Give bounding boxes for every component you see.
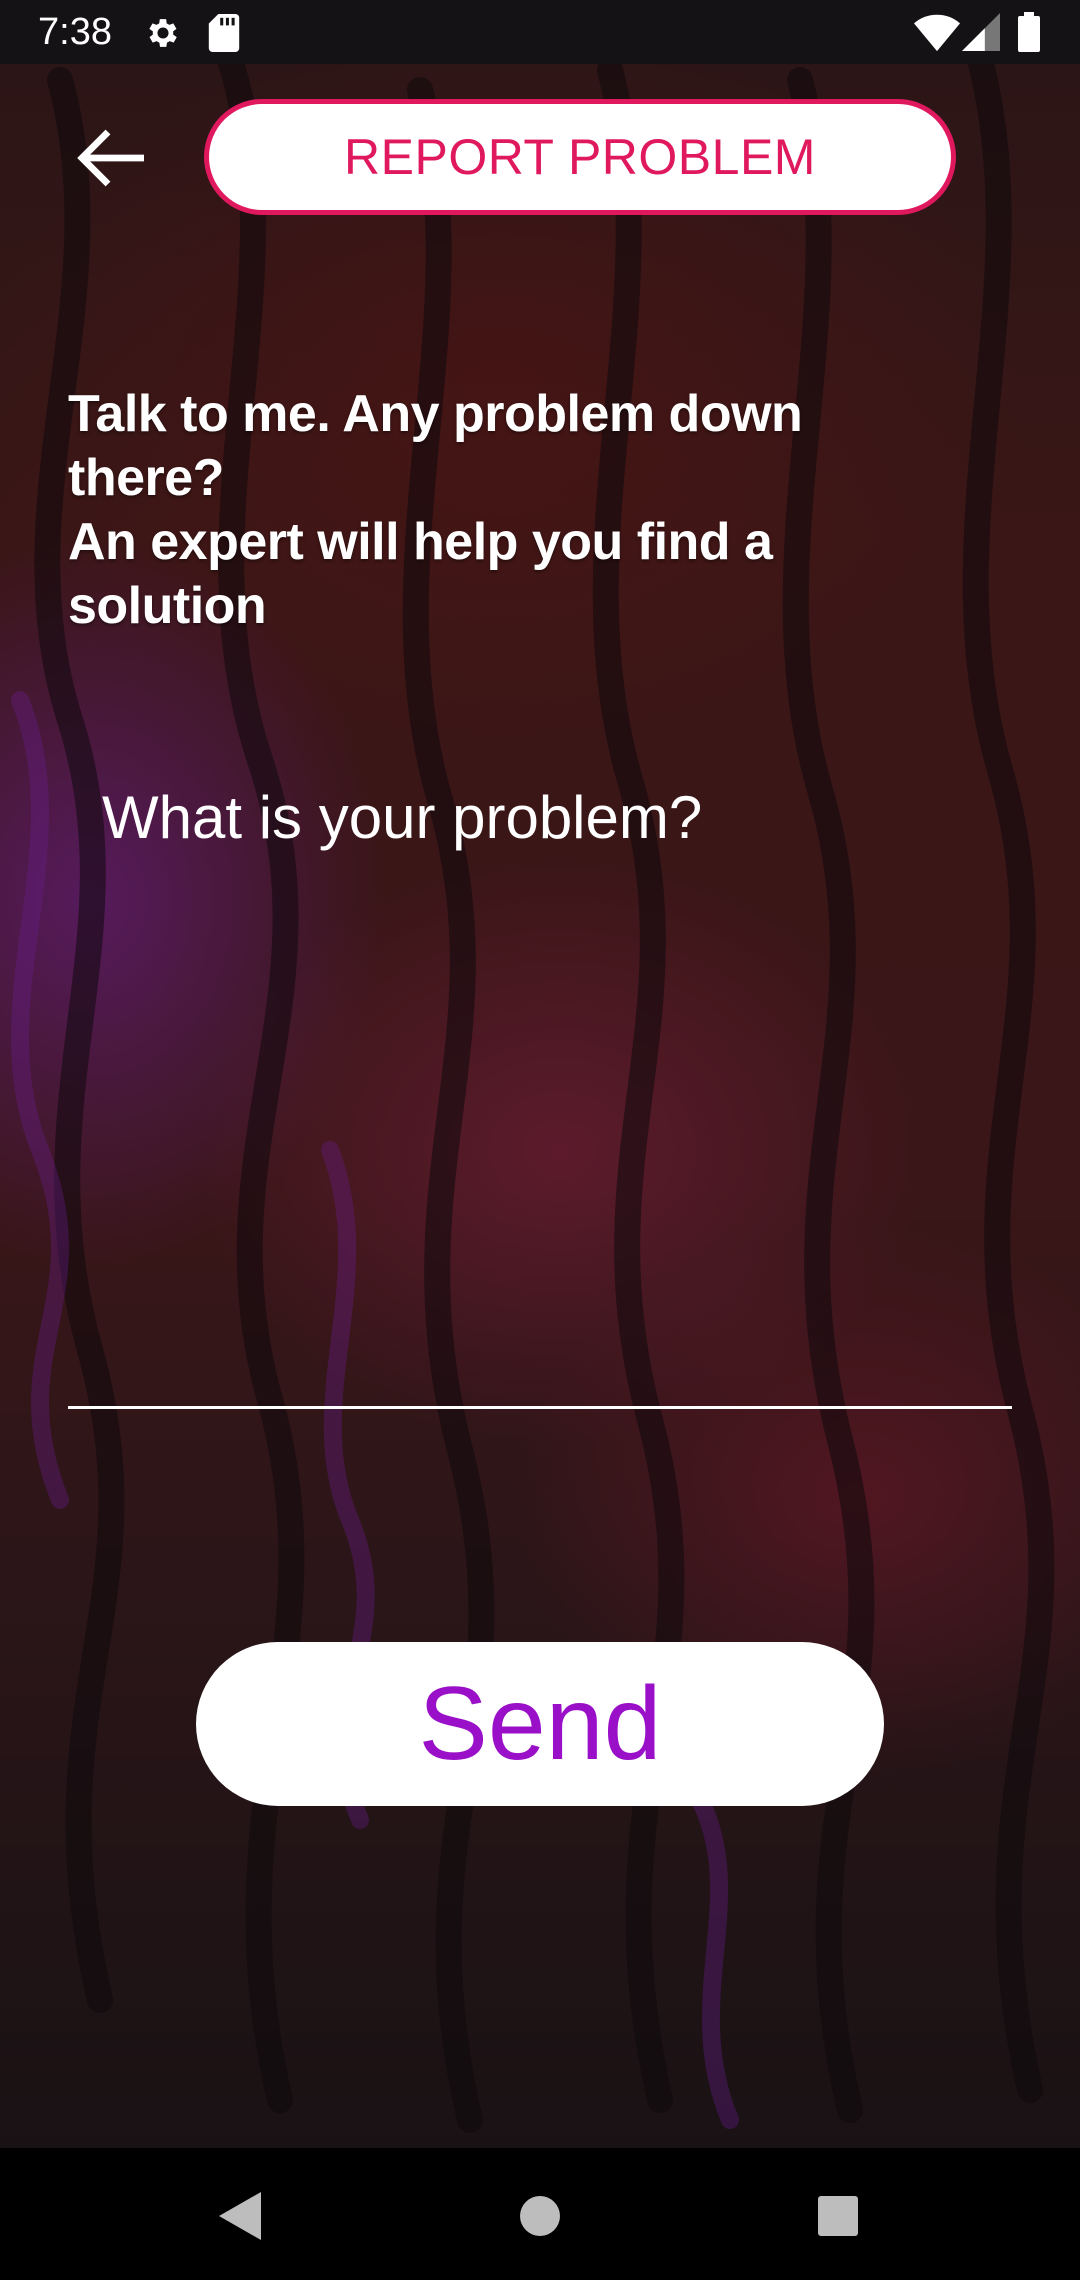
intro-line: there? xyxy=(68,449,224,507)
back-button[interactable] xyxy=(62,108,162,208)
square-recents-icon xyxy=(818,2196,858,2236)
input-underline xyxy=(68,1406,1012,1409)
triangle-back-icon xyxy=(219,2192,261,2240)
report-problem-screen: 7:38 REPORT PROBLEM Talk to me. Any prob… xyxy=(0,0,1080,2280)
nav-back-button[interactable] xyxy=(198,2174,282,2258)
intro-text: Talk to me. Any problem down there? An e… xyxy=(68,382,928,638)
status-bar: 7:38 xyxy=(0,0,1080,64)
battery-icon xyxy=(1018,12,1040,57)
sd-card-icon xyxy=(208,14,240,57)
navigation-bar xyxy=(0,2148,1080,2280)
arrow-left-icon xyxy=(77,129,144,187)
status-time: 7:38 xyxy=(38,11,112,53)
intro-line: Talk to me. Any problem down xyxy=(68,385,803,443)
intro-line: An expert will help you find a xyxy=(68,513,773,571)
nav-home-button[interactable] xyxy=(498,2174,582,2258)
nav-recents-button[interactable] xyxy=(796,2174,880,2258)
problem-input[interactable] xyxy=(68,760,1012,1406)
wifi-icon xyxy=(914,12,960,57)
intro-line: solution xyxy=(68,577,267,635)
settings-gear-icon xyxy=(144,14,182,57)
problem-field[interactable] xyxy=(68,760,1012,1410)
circle-home-icon xyxy=(520,2196,560,2236)
page-title: REPORT PROBLEM xyxy=(204,99,956,215)
send-button[interactable]: Send xyxy=(196,1642,884,1806)
cellular-signal-icon xyxy=(962,12,1000,57)
